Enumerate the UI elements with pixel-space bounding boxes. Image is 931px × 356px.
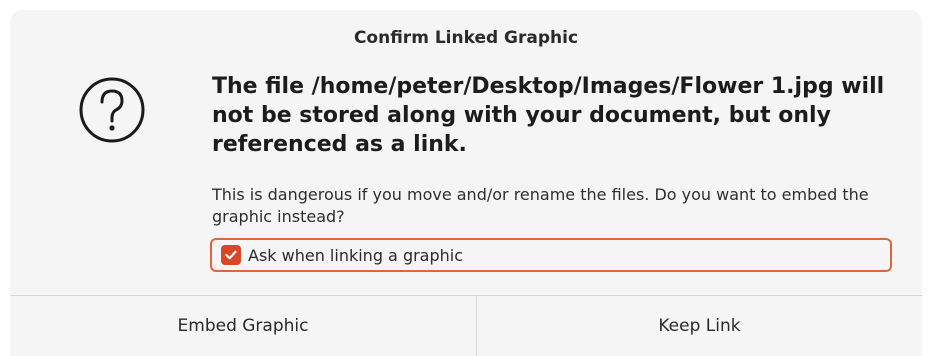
dialog-body-text: This is dangerous if you move and/or ren… [212, 185, 869, 226]
dialog-headline: The file /home/peter/Desktop/Images/Flow… [212, 74, 885, 157]
keep-link-button[interactable]: Keep Link [477, 296, 922, 356]
question-circle-icon [79, 77, 145, 143]
checkbox-checked[interactable] [221, 245, 241, 265]
checkbox-label: Ask when linking a graphic [248, 245, 464, 265]
dialog-title: Confirm Linked Graphic [353, 28, 579, 48]
checkmark-icon [225, 250, 237, 260]
ask-when-linking-checkbox-row[interactable]: Ask when linking a graphic [210, 238, 892, 272]
embed-graphic-button[interactable]: Embed Graphic [10, 296, 476, 356]
confirm-linked-graphic-dialog: Confirm Linked Graphic The file /home/pe… [10, 10, 922, 356]
